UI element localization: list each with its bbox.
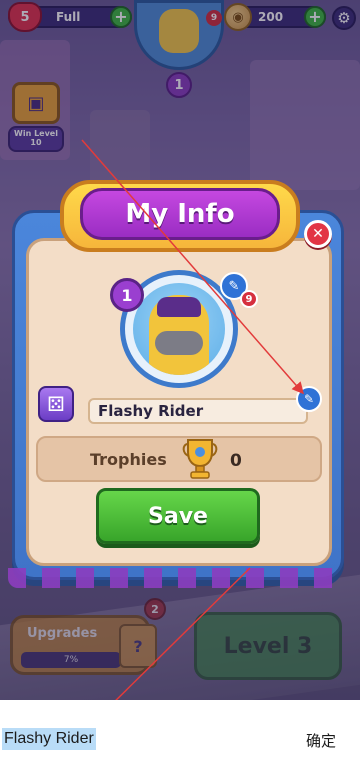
trophies-row: Trophies 0 bbox=[36, 436, 322, 482]
player-level-badge: 1 bbox=[110, 278, 144, 312]
edit-avatar-badge: 9 bbox=[240, 290, 258, 308]
trophies-label: Trophies bbox=[90, 450, 167, 469]
player-name-field[interactable]: Flashy Rider bbox=[88, 398, 308, 424]
trophies-value: 0 bbox=[230, 451, 242, 471]
name-input-text[interactable]: Flashy Rider bbox=[2, 728, 96, 750]
trophy-icon bbox=[182, 439, 218, 479]
confirm-button[interactable]: 确定 bbox=[306, 730, 336, 751]
edit-name-pencil-icon[interactable]: ✎ bbox=[296, 386, 322, 412]
modal-title: My Info bbox=[80, 188, 280, 240]
avatar-hair bbox=[157, 297, 201, 317]
modal-drip-decoration bbox=[8, 568, 348, 588]
random-name-dice-icon[interactable]: ⚄ bbox=[38, 386, 74, 422]
avatar-gas-mask bbox=[155, 331, 203, 355]
avatar-portrait bbox=[133, 283, 225, 375]
save-button[interactable]: Save bbox=[96, 488, 260, 544]
close-button[interactable]: ✕ bbox=[304, 220, 332, 248]
text-input-bar: Flashy Rider 确定 bbox=[0, 700, 360, 767]
